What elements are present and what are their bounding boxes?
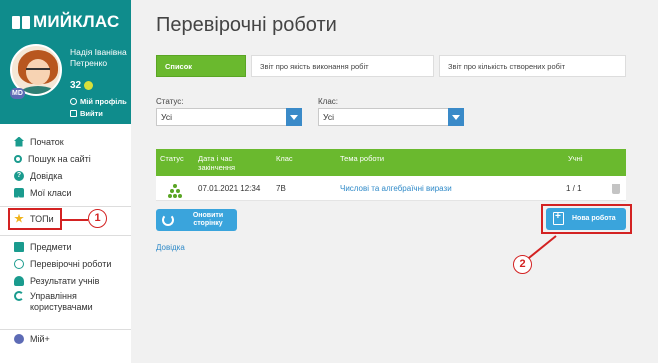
col-students: Учні	[568, 154, 583, 163]
my-plus-icon	[14, 333, 24, 344]
table-header: Статус Дата і час закінчення Клас Тема р…	[156, 149, 626, 176]
status-select[interactable]: Усі	[156, 108, 302, 126]
table-row[interactable]: 07.01.2021 12:34 7В Числові та алгебраїч…	[156, 176, 626, 201]
tab-count-report[interactable]: Звіт про кількість створених робіт	[439, 55, 626, 77]
results-icon	[14, 275, 24, 286]
trash-icon[interactable]	[612, 184, 620, 194]
subjects-icon	[14, 241, 24, 252]
status-select-value: Усі	[161, 112, 172, 122]
status-filter-label: Статус:	[156, 97, 184, 106]
chevron-down-icon[interactable]	[286, 108, 302, 126]
refresh-button-label: Оновити сторінку	[192, 212, 224, 227]
profile-icon	[70, 98, 77, 105]
tab-list[interactable]: Список	[156, 55, 246, 77]
coins-value: 32	[70, 80, 82, 91]
sidebar-item-classes[interactable]: Мої класи	[0, 184, 131, 201]
sidebar-item-label: Мої класи	[30, 187, 72, 198]
row-topic-link[interactable]: Числові та алгебраїчні вирази	[340, 184, 452, 193]
tab-quality-report[interactable]: Звіт про якість виконання робіт	[251, 55, 434, 77]
sidebar-item-subjects[interactable]: Предмети	[0, 238, 131, 255]
chevron-down-icon[interactable]	[448, 108, 464, 126]
book-logo-icon	[12, 15, 30, 29]
classes-icon	[14, 187, 24, 198]
sidebar-item-label: Початок	[30, 136, 64, 147]
col-topic: Тема роботи	[340, 154, 385, 163]
sidebar-item-label: Управління користувачами	[30, 291, 93, 312]
sidebar: МИЙКЛАС MD Надія Іванівна Петренко 32 Мі…	[0, 0, 131, 363]
sidebar-item-label: Пошук на сайті	[28, 153, 91, 164]
logout-link[interactable]: Вийти	[70, 109, 103, 118]
status-tree-icon	[168, 184, 182, 198]
refresh-icon	[162, 214, 174, 226]
sidebar-item-label: Предмети	[30, 241, 72, 252]
row-date: 07.01.2021 12:34	[198, 184, 261, 193]
row-students: 1 / 1	[566, 184, 582, 193]
help-link[interactable]: Довідка	[156, 243, 185, 252]
highlight-box-new-test	[541, 204, 632, 234]
logo-text: МИЙКЛАС	[33, 12, 120, 31]
sidebar-item-results[interactable]: Результати учнів	[0, 272, 131, 289]
sidebar-my-plus-wrap: Мій+	[0, 330, 131, 347]
sidebar-item-user-management[interactable]: Управління користувачами	[0, 289, 131, 315]
tests-table: Статус Дата і час закінчення Клас Тема р…	[156, 149, 626, 201]
sidebar-item-search[interactable]: Пошук на сайті	[0, 150, 131, 167]
sidebar-nav-bottom: Предмети Перевірочні роботи Результати у…	[0, 238, 131, 315]
refresh-page-button[interactable]: Оновити сторінку	[156, 209, 237, 231]
page-title: Перевірочні роботи	[156, 14, 337, 36]
search-icon	[14, 154, 22, 163]
logout-icon	[70, 110, 77, 117]
class-select-value: Усі	[323, 112, 334, 122]
logout-link-label: Вийти	[80, 109, 103, 118]
divider	[0, 235, 131, 236]
home-icon	[14, 136, 24, 147]
sidebar-item-label: Перевірочні роботи	[30, 258, 112, 269]
col-status: Статус	[160, 154, 184, 163]
sidebar-item-home[interactable]: Початок	[0, 133, 131, 150]
annotation-line-2	[527, 235, 557, 260]
col-class: Клас	[276, 154, 293, 163]
sidebar-item-my-plus[interactable]: Мій+	[0, 330, 131, 347]
profile-link[interactable]: Мій профіль	[70, 97, 127, 106]
manage-icon	[14, 291, 24, 301]
sidebar-item-label: Результати учнів	[30, 275, 100, 286]
coins-counter: 32	[70, 80, 94, 91]
sidebar-item-tests[interactable]: Перевірочні роботи	[0, 255, 131, 272]
check-icon	[14, 258, 24, 269]
col-date: Дата і час закінчення	[198, 154, 236, 172]
sidebar-nav-top: Початок Пошук на сайті ? Довідка Мої кла…	[0, 133, 131, 201]
profile-link-label: Мій профіль	[80, 97, 127, 106]
help-icon: ?	[14, 170, 24, 181]
divider	[0, 206, 131, 207]
annotation-line-1	[62, 219, 88, 221]
sidebar-item-label: Довідка	[30, 170, 63, 181]
avatar-badge: MD	[10, 88, 25, 99]
class-select[interactable]: Усі	[318, 108, 464, 126]
annotation-marker-2: 2	[513, 255, 532, 274]
sidebar-item-label: Мій+	[30, 333, 50, 344]
row-class: 7В	[276, 184, 286, 193]
highlight-box-tops	[8, 208, 62, 230]
class-filter-label: Клас:	[318, 97, 338, 106]
sidebar-header: МИЙКЛАС MD Надія Іванівна Петренко 32 Мі…	[0, 0, 131, 124]
sidebar-item-help[interactable]: ? Довідка	[0, 167, 131, 184]
coin-icon	[84, 81, 94, 90]
user-name: Надія Іванівна Петренко	[70, 47, 127, 68]
site-logo[interactable]: МИЙКЛАС	[12, 12, 119, 32]
annotation-marker-1: 1	[88, 209, 107, 228]
